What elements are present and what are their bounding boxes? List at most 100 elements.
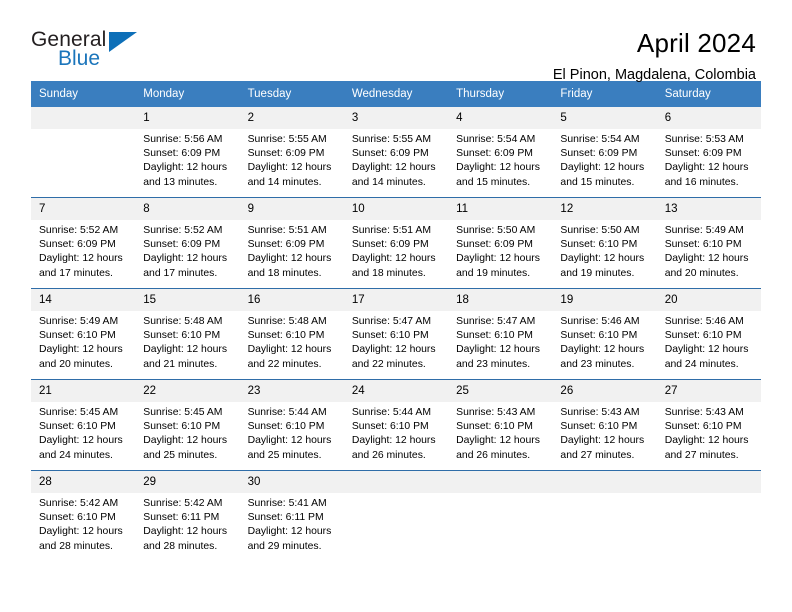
weekday-header-saturday: Saturday [664, 88, 711, 100]
day-number: 12 [552, 198, 657, 220]
day-detail-line: and 14 minutes. [247, 176, 322, 188]
day-details: Sunrise: 5:48 AM Sunset: 6:10 PM Daylight:… [240, 311, 344, 372]
day-detail-line: and 22 minutes. [247, 358, 322, 370]
day-cell[interactable]: 22 Sunrise: 5:45 AM Sunset: 6:10 PM Dayligh… [135, 380, 240, 470]
day-cell[interactable]: 15 Sunrise: 5:48 AM Sunset: 6:10 PM Dayligh… [135, 289, 240, 379]
day-number: 3 [343, 107, 449, 129]
day-detail-line: Sunrise: 5:56 AM [143, 134, 223, 145]
day-detail-line: Sunrise: 5:51 AM [351, 225, 431, 236]
day-number: 10 [343, 198, 449, 220]
day-detail-line: Daylight: 12 hours [351, 162, 436, 174]
day-cell[interactable]: 2 Sunrise: 5:55 AM Sunset: 6:09 PM Daylight… [239, 107, 344, 197]
day-details: Sunrise: 5:51 AM Sunset: 6:09 PM Daylight:… [344, 220, 448, 281]
day-detail-line: and 15 minutes. [560, 176, 635, 188]
general-blue-logo: General Blue [31, 28, 141, 72]
day-detail-line: Sunset: 6:09 PM [351, 239, 429, 251]
day-number: 18 [448, 289, 553, 311]
day-cell[interactable]: 23 Sunrise: 5:44 AM Sunset: 6:10 PM Dayligh… [239, 380, 344, 470]
day-detail-line: Daylight: 12 hours [39, 526, 123, 538]
day-cell[interactable]: 21 Sunrise: 5:45 AM Sunset: 6:10 PM Dayligh… [31, 380, 136, 470]
day-detail-line: Sunrise: 5:42 AM [143, 498, 223, 509]
day-cell[interactable]: 7 Sunrise: 5:52 AM Sunset: 6:09 PM Daylight… [31, 198, 136, 288]
day-cell-empty [343, 471, 449, 561]
day-detail-line: and 18 minutes. [351, 267, 426, 279]
day-cell[interactable]: 24 Sunrise: 5:44 AM Sunset: 6:10 PM Dayligh… [343, 380, 449, 470]
day-details: Sunrise: 5:41 AM Sunset: 6:11 PM Daylight:… [240, 493, 344, 554]
day-details: Sunrise: 5:44 AM Sunset: 6:10 PM Daylight:… [344, 402, 448, 463]
day-number: 8 [135, 198, 240, 220]
day-number: 6 [656, 107, 761, 129]
day-cell[interactable]: 18 Sunrise: 5:47 AM Sunset: 6:10 PM Dayligh… [448, 289, 553, 379]
day-details: Sunrise: 5:43 AM Sunset: 6:10 PM Daylight:… [448, 402, 552, 463]
day-details: Sunrise: 5:46 AM Sunset: 6:10 PM Daylight:… [657, 311, 761, 372]
day-details: Sunrise: 5:50 AM Sunset: 6:09 PM Daylight:… [448, 220, 552, 281]
day-detail-line: Daylight: 12 hours [456, 344, 540, 356]
day-cell[interactable]: 14 Sunrise: 5:49 AM Sunset: 6:10 PM Dayligh… [31, 289, 136, 379]
day-detail-line: Sunset: 6:10 PM [560, 421, 638, 433]
day-cell[interactable]: 9 Sunrise: 5:51 AM Sunset: 6:09 PM Daylight… [239, 198, 344, 288]
day-detail-line: Sunrise: 5:46 AM [664, 316, 744, 327]
day-details: Sunrise: 5:53 AM Sunset: 6:09 PM Daylight:… [657, 129, 761, 190]
day-cell-empty [656, 471, 761, 561]
day-cell[interactable]: 30 Sunrise: 5:41 AM Sunset: 6:11 PM Dayligh… [239, 471, 344, 561]
calendar-weeks: 1 Sunrise: 5:56 AM Sunset: 6:09 PM Daylight… [31, 107, 761, 561]
page-title: April 2024 [636, 28, 756, 58]
day-number: 14 [31, 289, 136, 311]
day-number: 21 [31, 380, 136, 402]
day-cell[interactable]: 8 Sunrise: 5:52 AM Sunset: 6:09 PM Daylight… [135, 198, 240, 288]
calendar-week-row: 7 Sunrise: 5:52 AM Sunset: 6:09 PM Daylight… [31, 197, 761, 288]
day-cell[interactable]: 25 Sunrise: 5:43 AM Sunset: 6:10 PM Dayligh… [448, 380, 553, 470]
day-number: 17 [343, 289, 449, 311]
day-detail-line: and 25 minutes. [247, 449, 322, 461]
day-detail-line: Sunset: 6:10 PM [456, 330, 533, 342]
weekday-header-monday: Monday [143, 88, 185, 100]
day-detail-line: Daylight: 12 hours [664, 162, 749, 174]
day-detail-line: Daylight: 12 hours [456, 162, 540, 174]
day-number: 19 [552, 289, 657, 311]
day-detail-line: and 13 minutes. [143, 176, 218, 188]
calendar-week-row: 1 Sunrise: 5:56 AM Sunset: 6:09 PM Daylight… [31, 107, 761, 197]
day-details: Sunrise: 5:47 AM Sunset: 6:10 PM Daylight:… [344, 311, 448, 372]
day-cell[interactable]: 29 Sunrise: 5:42 AM Sunset: 6:11 PM Dayligh… [135, 471, 240, 561]
day-cell[interactable]: 13 Sunrise: 5:49 AM Sunset: 6:10 PM Dayligh… [656, 198, 761, 288]
day-cell[interactable]: 10 Sunrise: 5:51 AM Sunset: 6:09 PM Dayligh… [343, 198, 449, 288]
day-number: 20 [656, 289, 761, 311]
day-cell[interactable]: 16 Sunrise: 5:48 AM Sunset: 6:10 PM Dayligh… [239, 289, 344, 379]
day-cell[interactable]: 12 Sunrise: 5:50 AM Sunset: 6:10 PM Dayligh… [552, 198, 657, 288]
day-number [31, 107, 136, 129]
day-detail-line: Sunset: 6:10 PM [351, 421, 429, 433]
day-detail-line: Sunset: 6:09 PM [664, 148, 742, 160]
day-cell[interactable]: 17 Sunrise: 5:47 AM Sunset: 6:10 PM Dayligh… [343, 289, 449, 379]
day-detail-line: Sunrise: 5:48 AM [247, 316, 327, 327]
day-cell[interactable]: 11 Sunrise: 5:50 AM Sunset: 6:09 PM Dayligh… [448, 198, 553, 288]
day-detail-line: and 17 minutes. [143, 267, 218, 279]
day-detail-line: Daylight: 12 hours [143, 162, 228, 174]
day-cell[interactable]: 1 Sunrise: 5:56 AM Sunset: 6:09 PM Daylight… [135, 107, 240, 197]
day-cell[interactable]: 19 Sunrise: 5:46 AM Sunset: 6:10 PM Dayligh… [552, 289, 657, 379]
page-header: General Blue April 2024 El Pinon, Magdal… [0, 0, 792, 83]
day-cell[interactable]: 3 Sunrise: 5:55 AM Sunset: 6:09 PM Daylight… [343, 107, 449, 197]
day-details: Sunrise: 5:55 AM Sunset: 6:09 PM Daylight:… [240, 129, 344, 190]
day-number [552, 471, 657, 493]
day-cell[interactable]: 4 Sunrise: 5:54 AM Sunset: 6:09 PM Daylight… [448, 107, 553, 197]
day-cell[interactable]: 27 Sunrise: 5:43 AM Sunset: 6:10 PM Dayligh… [656, 380, 761, 470]
day-detail-line: Sunrise: 5:43 AM [560, 407, 640, 418]
day-detail-line: Sunset: 6:10 PM [247, 421, 325, 433]
day-detail-line: Sunrise: 5:47 AM [456, 316, 536, 327]
day-number: 25 [448, 380, 553, 402]
day-detail-line: Sunset: 6:09 PM [560, 148, 638, 160]
day-cell-empty [31, 107, 136, 197]
day-cell[interactable]: 5 Sunrise: 5:54 AM Sunset: 6:09 PM Daylight… [552, 107, 657, 197]
day-details: Sunrise: 5:44 AM Sunset: 6:10 PM Daylight:… [240, 402, 344, 463]
day-detail-line: and 19 minutes. [560, 267, 635, 279]
day-cell[interactable]: 26 Sunrise: 5:43 AM Sunset: 6:10 PM Dayligh… [552, 380, 657, 470]
day-detail-line: Sunrise: 5:49 AM [664, 225, 744, 236]
day-details: Sunrise: 5:50 AM Sunset: 6:10 PM Daylight:… [552, 220, 656, 281]
day-detail-line: Daylight: 12 hours [351, 435, 436, 447]
day-cell[interactable]: 6 Sunrise: 5:53 AM Sunset: 6:09 PM Daylight… [656, 107, 761, 197]
day-detail-line: Sunset: 6:09 PM [456, 239, 533, 251]
day-cell[interactable]: 20 Sunrise: 5:46 AM Sunset: 6:10 PM Dayligh… [656, 289, 761, 379]
day-detail-line: Sunrise: 5:52 AM [39, 225, 119, 236]
day-cell[interactable]: 28 Sunrise: 5:42 AM Sunset: 6:10 PM Dayligh… [31, 471, 136, 561]
day-details: Sunrise: 5:43 AM Sunset: 6:10 PM Daylight:… [552, 402, 656, 463]
